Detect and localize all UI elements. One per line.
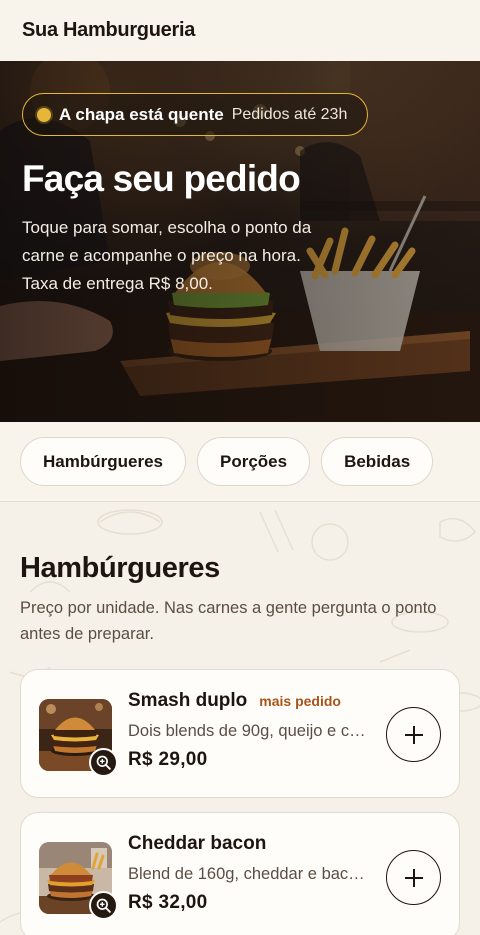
hero-title: Faça seu pedido — [22, 158, 301, 199]
section-title: Hambúrgueres — [20, 552, 220, 584]
status-hours-text: Pedidos até 23h — [231, 105, 348, 123]
product-card[interactable]: Cheddar bacon Blend de 160g, cheddar e b… — [20, 812, 460, 935]
category-chip-bebidas[interactable]: Bebidas — [321, 437, 434, 486]
add-to-cart-button[interactable] — [386, 707, 441, 762]
product-info: Smash duplo mais pedido Dois blends de 9… — [128, 690, 378, 771]
zoom-image-button[interactable] — [89, 891, 118, 920]
popular-badge: mais pedido — [259, 693, 341, 709]
zoom-image-button[interactable] — [89, 748, 118, 777]
top-bar: Sua Hamburgueria — [0, 0, 480, 61]
zoom-in-icon — [96, 898, 111, 913]
product-card[interactable]: Smash duplo mais pedido Dois blends de 9… — [20, 669, 460, 798]
product-info: Cheddar bacon Blend de 160g, cheddar e b… — [128, 833, 378, 914]
section-description: Preço por unidade. Nas carnes a gente pe… — [20, 599, 437, 643]
hero-description: Toque para somar, escolha o ponto da car… — [22, 218, 312, 293]
add-to-cart-button[interactable] — [386, 850, 441, 905]
brand-name[interactable]: Sua Hamburgueria — [22, 19, 195, 42]
product-price: R$ 29,00 — [128, 749, 208, 770]
product-name: Smash duplo — [128, 690, 248, 711]
kitchen-status-badge: A chapa está quente Pedidos até 23h — [22, 93, 369, 136]
status-main-text: A chapa está quente — [59, 104, 224, 124]
hero-banner: A chapa está quente Pedidos até 23h Faça… — [0, 61, 480, 422]
status-dot-icon — [37, 107, 51, 122]
product-description: Dois blends de 90g, queijo e cebola cara… — [128, 722, 373, 740]
plus-icon — [404, 868, 423, 887]
product-description: Blend de 160g, cheddar e bacon crocante — [128, 865, 373, 883]
product-price: R$ 32,00 — [128, 892, 208, 913]
hero-content: A chapa está quente Pedidos até 23h Faça… — [22, 93, 460, 298]
category-chip-hamburgueres[interactable]: Hambúrgueres — [20, 437, 186, 486]
zoom-in-icon — [96, 755, 111, 770]
category-chip-porcoes[interactable]: Porções — [196, 437, 311, 486]
product-name: Cheddar bacon — [128, 833, 267, 854]
hamburgers-section: Hambúrgueres Preço por unidade. Nas carn… — [0, 502, 480, 935]
plus-icon — [404, 725, 423, 744]
category-nav: Hambúrgueres Porções Bebidas — [0, 422, 480, 502]
